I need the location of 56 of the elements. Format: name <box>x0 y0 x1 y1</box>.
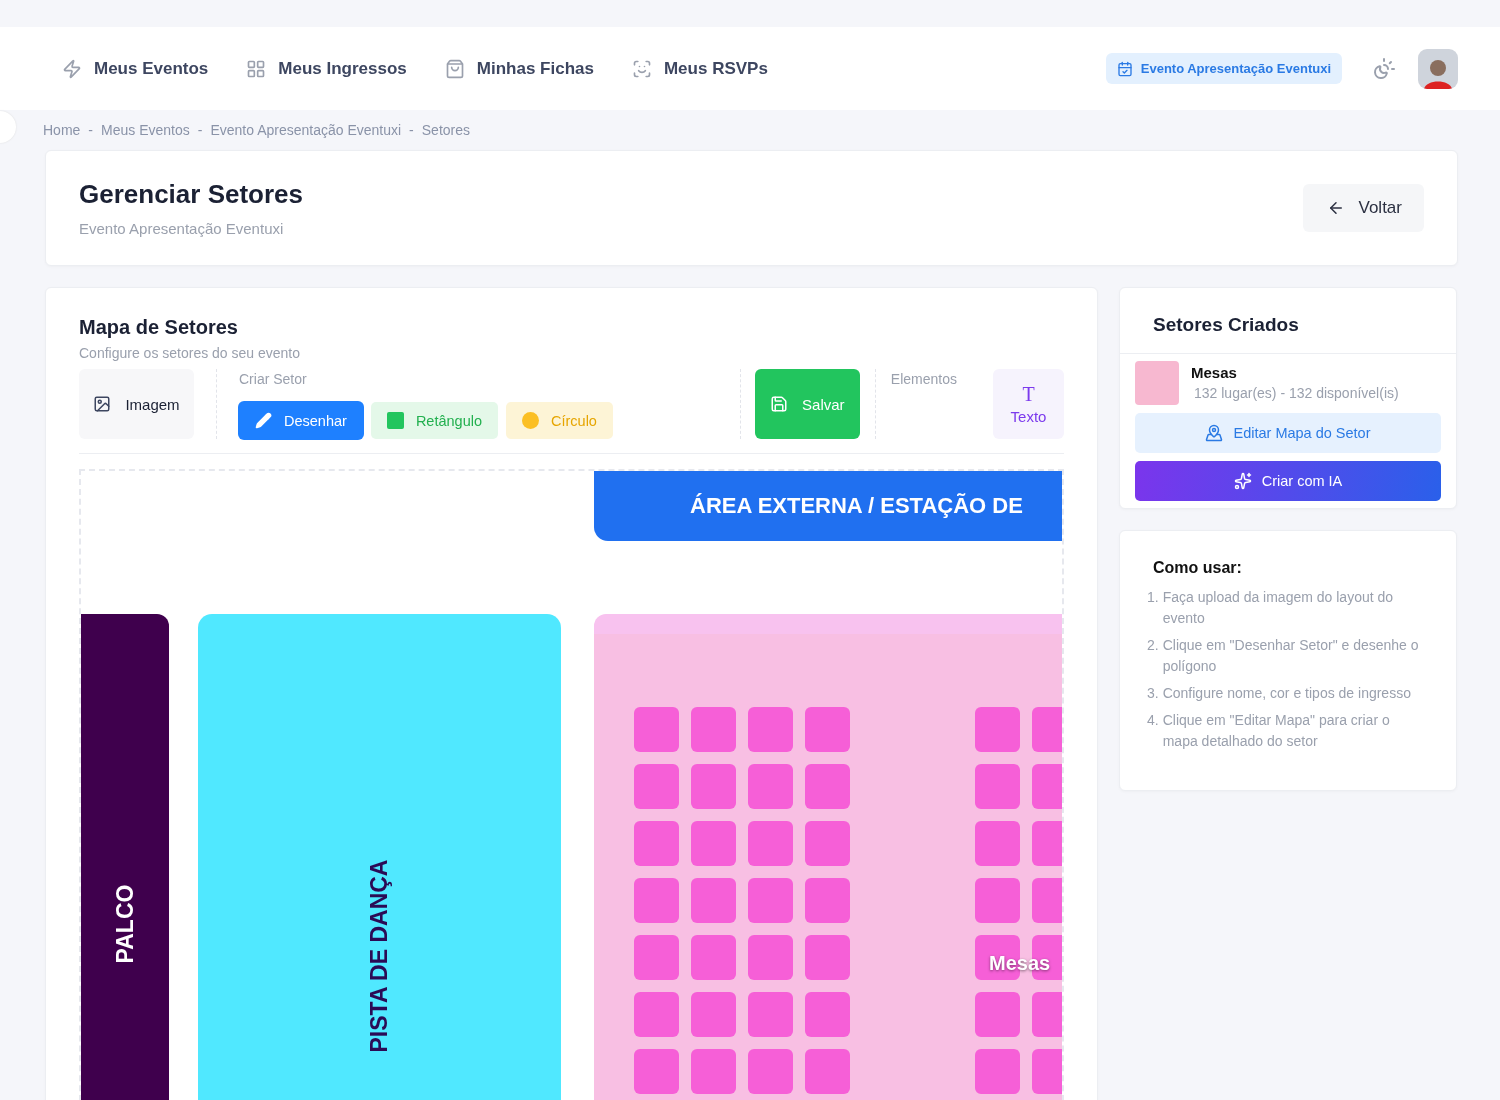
event-badge[interactable]: Evento Apresentação Eventuxi <box>1105 53 1342 84</box>
map-pin-icon <box>1205 424 1224 442</box>
step-text: Clique em "Editar Mapa" para criar o mapa detalhado do setor <box>1162 711 1391 751</box>
page-subtitle: Evento Apresentação Eventuxi <box>79 220 285 237</box>
breadcrumb-link[interactable]: Meus Eventos <box>101 122 190 138</box>
breadcrumb-separator: - <box>88 122 94 138</box>
step-number: 4. <box>1147 711 1159 730</box>
square-icon <box>386 412 404 429</box>
sector-name: Mesas <box>1191 364 1238 381</box>
sparkles-icon <box>1233 472 1252 490</box>
breadcrumb-separator: - <box>409 122 414 138</box>
sectors-title: Setores Criados <box>1120 288 1456 354</box>
nav-link[interactable]: Meus Eventos <box>62 58 209 79</box>
nav-icon <box>444 58 465 79</box>
help-title: Como usar: <box>1153 559 1243 577</box>
save-icon <box>770 395 789 413</box>
nav-link[interactable]: Meus Ingressos <box>246 58 407 79</box>
step-number: 2. <box>1147 636 1159 655</box>
pencil-icon <box>255 412 272 429</box>
step-text: Configure nome, cor e tipos de ingresso <box>1162 684 1411 703</box>
breadcrumb-link[interactable]: Evento Apresentação Eventuxi <box>210 122 402 138</box>
step-text: Clique em "Desenhar Setor" e desenhe o polígono <box>1162 636 1420 676</box>
nav-icon <box>62 58 82 79</box>
area-banner: ÁREA EXTERNA / ESTAÇÃO DE <box>594 471 1062 541</box>
save-button[interactable]: Salvar <box>754 369 860 439</box>
edit-map-button[interactable]: Editar Mapa do Setor <box>1135 413 1441 453</box>
map-title: Mapa de Setores <box>79 316 239 339</box>
tool-button[interactable]: Retângulo <box>370 402 498 439</box>
tool-button[interactable]: Desenhar <box>239 402 363 439</box>
avatar[interactable] <box>1418 48 1458 89</box>
page-title: Gerenciar Setores <box>79 179 303 210</box>
image-button[interactable]: Imagem <box>79 369 194 439</box>
nav-icon <box>631 58 652 79</box>
step-text: Faça upload da imagem do layout do evento <box>1162 588 1395 628</box>
breadcrumb-link[interactable]: Setores <box>421 122 471 138</box>
stage-label: PALCO <box>111 884 139 964</box>
tool-button[interactable]: Círculo <box>506 402 613 439</box>
map-subtitle: Configure os setores do seu evento <box>79 345 302 361</box>
sector-info: 132 lugar(es) - 132 disponível(is) <box>1194 385 1399 401</box>
back-button[interactable]: Voltar <box>1302 184 1424 232</box>
image-icon <box>93 395 112 413</box>
nav-link[interactable]: Minhas Fichas <box>444 58 594 79</box>
ai-create-button[interactable]: Criar com IA <box>1135 461 1441 501</box>
text-tool-button[interactable]: T Texto <box>993 369 1064 439</box>
calendar-icon <box>1116 60 1133 77</box>
step-number: 1. <box>1147 588 1159 607</box>
theme-toggle-icon[interactable] <box>1372 56 1396 81</box>
breadcrumb-link[interactable]: Home <box>43 122 81 138</box>
section-label: Elementos <box>890 371 957 387</box>
step-number: 3. <box>1147 684 1159 703</box>
dance-floor-label: PISTA DE DANÇA <box>365 859 393 1053</box>
circle-icon <box>522 412 539 429</box>
nav-icon <box>246 58 267 79</box>
nav-link[interactable]: Meus RSVPs <box>631 58 768 79</box>
breadcrumb-separator: - <box>197 122 203 138</box>
section-label: Criar Setor <box>239 371 308 387</box>
